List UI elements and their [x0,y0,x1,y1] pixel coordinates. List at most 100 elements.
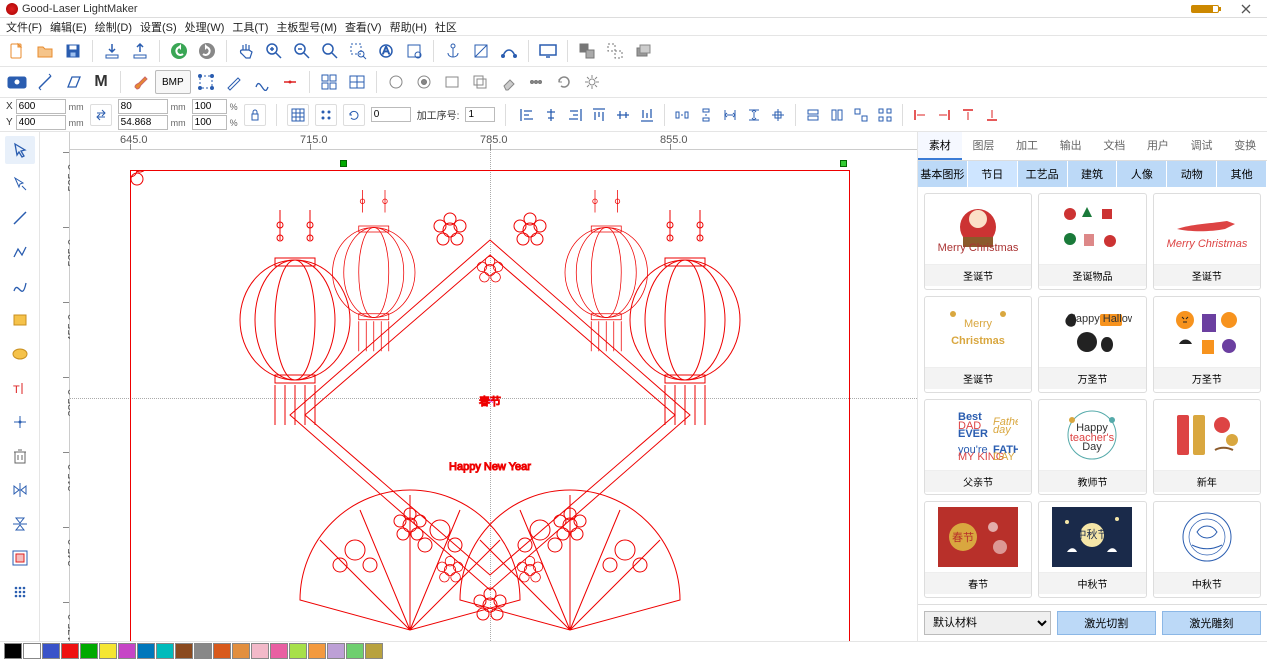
bmp-button[interactable]: BMP [155,70,191,94]
align-center-h-icon[interactable] [540,104,562,126]
color-swatch[interactable] [194,643,212,659]
right-tab[interactable]: 用户 [1136,132,1180,160]
y-input[interactable] [16,115,66,130]
anchor-button[interactable] [440,38,466,64]
array-rect-button[interactable] [316,69,342,95]
color-swatch[interactable] [61,643,79,659]
snap-icon[interactable] [315,104,337,126]
menu-item[interactable]: 社区 [435,19,457,35]
bounds-button[interactable] [193,69,219,95]
category-tab[interactable]: 基本图形 [918,161,968,187]
scale-x-input[interactable] [192,99,227,114]
rect-tool[interactable] [5,306,35,334]
edge-left-icon[interactable] [909,104,931,126]
zoom-page-button[interactable] [401,38,427,64]
grid-align-icon[interactable] [874,104,896,126]
mirror-h-tool[interactable] [5,476,35,504]
gallery-item[interactable]: BestDADEVERFather'sdayyou'reMY KINGFATHE… [924,399,1032,496]
category-tab[interactable]: 动物 [1167,161,1217,187]
undo-button[interactable] [166,38,192,64]
space-v-icon[interactable] [743,104,765,126]
align-top-icon[interactable] [588,104,610,126]
color-swatch[interactable] [270,643,288,659]
screen-button[interactable] [535,38,561,64]
gallery-item[interactable]: Happy Halloween万圣节 [1038,296,1146,393]
record-button[interactable] [411,69,437,95]
canvas[interactable]: × [70,150,917,641]
text-tool[interactable]: T [5,374,35,402]
node-edit-tool[interactable] [5,170,35,198]
export-button[interactable] [127,38,153,64]
width-input[interactable] [118,99,168,114]
laser-cut-button[interactable]: 激光切割 [1057,611,1156,635]
right-tab[interactable]: 变换 [1223,132,1267,160]
right-tab[interactable]: 素材 [918,132,962,160]
origin-button[interactable] [468,38,494,64]
height-input[interactable] [118,115,168,130]
gallery-item[interactable]: 万圣节 [1153,296,1261,393]
right-tab[interactable]: 加工 [1005,132,1049,160]
skew-button[interactable] [60,69,86,95]
color-swatch[interactable] [346,643,364,659]
color-swatch[interactable] [42,643,60,659]
color-swatch[interactable] [213,643,231,659]
color-swatch[interactable] [99,643,117,659]
rotation-input[interactable] [371,107,411,122]
color-swatch[interactable] [156,643,174,659]
settings-gear-button[interactable] [579,69,605,95]
same-size-icon[interactable] [850,104,872,126]
layers-button[interactable] [630,38,656,64]
pan-button[interactable] [233,38,259,64]
measure-button[interactable] [32,69,58,95]
align-right-icon[interactable] [564,104,586,126]
menu-item[interactable]: 文件(F) [6,19,42,35]
gallery-item[interactable]: 春节春节 [924,501,1032,598]
color-swatch[interactable] [327,643,345,659]
camera-button[interactable] [4,69,30,95]
brush-button[interactable] [127,69,153,95]
gallery-item[interactable]: Merry Christmas圣诞节 [1153,193,1261,290]
scale-y-input[interactable] [192,115,227,130]
menu-item[interactable]: 查看(V) [345,19,382,35]
align-left-icon[interactable] [516,104,538,126]
xy-swap-icon[interactable] [90,104,112,126]
bezier-tool[interactable] [5,272,35,300]
redo-button[interactable] [194,38,220,64]
color-swatch[interactable] [80,643,98,659]
rotate-input-icon[interactable] [343,104,365,126]
rect-stack-button[interactable] [467,69,493,95]
dist-v-icon[interactable] [695,104,717,126]
handle-tr[interactable] [840,160,847,167]
open-file-button[interactable] [32,38,58,64]
edge-right-icon[interactable] [933,104,955,126]
point-tool[interactable] [5,408,35,436]
grid-icon[interactable] [287,104,309,126]
right-tab[interactable]: 输出 [1049,132,1093,160]
right-tab[interactable]: 文档 [1093,132,1137,160]
color-swatch[interactable] [308,643,326,659]
zoom-fit-button[interactable] [317,38,343,64]
rect-tool-button[interactable] [439,69,465,95]
rotate-button[interactable] [551,69,577,95]
gallery-item[interactable]: 圣诞物品 [1038,193,1146,290]
right-tab[interactable]: 图层 [962,132,1006,160]
gallery-item[interactable]: Merry Christmas圣诞节 [924,193,1032,290]
zoom-out-button[interactable] [289,38,315,64]
array-tool[interactable] [5,578,35,606]
category-tab[interactable]: 人像 [1117,161,1167,187]
align-bottom-icon[interactable] [636,104,658,126]
menu-item[interactable]: 绘制(D) [95,19,132,35]
gallery-item[interactable]: MerryChristmas圣诞节 [924,296,1032,393]
group-button[interactable] [574,38,600,64]
color-swatch[interactable] [137,643,155,659]
edge-top-icon[interactable] [957,104,979,126]
window-close-button[interactable] [1231,1,1261,17]
menu-item[interactable]: 工具(T) [232,19,268,35]
color-swatch[interactable] [251,643,269,659]
color-swatch[interactable] [232,643,250,659]
center-both-icon[interactable] [767,104,789,126]
text-m-button[interactable]: M [88,69,114,95]
x-input[interactable] [16,99,66,114]
gallery-item[interactable]: 中秋节中秋节 [1038,501,1146,598]
lock-aspect-icon[interactable] [244,104,266,126]
